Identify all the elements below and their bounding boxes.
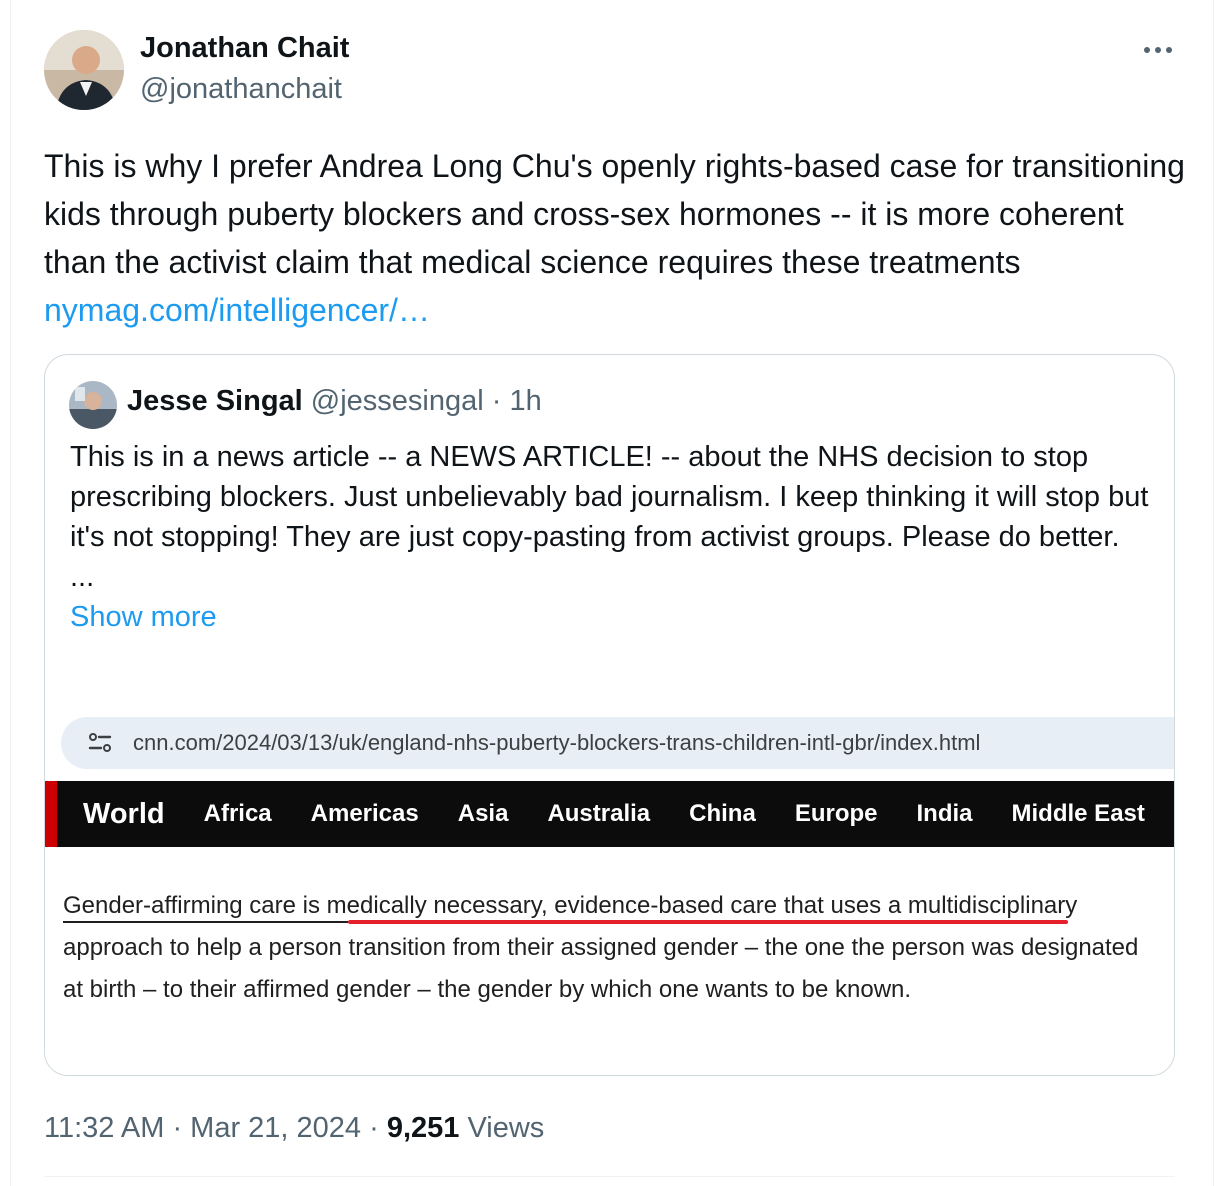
embedded-screenshot[interactable]: cnn.com/2024/03/13/uk/england-nhs-pubert… xyxy=(45,717,1174,1075)
quoted-tweet[interactable]: Jesse Singal @jessesingal · 1h This is i… xyxy=(44,354,1175,1076)
meta-separator: · xyxy=(164,1112,191,1144)
views-label: Views xyxy=(459,1112,545,1144)
article-link-text: Gender-affirming care xyxy=(63,892,296,919)
quoted-time[interactable]: 1h xyxy=(509,385,541,417)
author-name[interactable]: Jonathan Chait xyxy=(140,32,349,65)
tweet-time[interactable]: 11:32 AM xyxy=(44,1112,164,1144)
quoted-header: Jesse Singal @jessesingal · 1h xyxy=(127,385,542,418)
quoted-ellipsis: ... xyxy=(70,561,95,593)
nav-item-americas: Americas xyxy=(310,800,419,827)
link-underline xyxy=(63,921,348,923)
nav-item-world: World xyxy=(83,797,165,830)
quoted-text: This is in a news article -- a NEWS ARTI… xyxy=(70,441,1149,553)
nav-item-middle-east: Middle East xyxy=(1011,800,1145,827)
nav-items: World Africa Americas Asia Australia Chi… xyxy=(83,781,1174,847)
divider xyxy=(44,1176,1175,1177)
browser-url-bar: cnn.com/2024/03/13/uk/england-nhs-pubert… xyxy=(61,717,1174,769)
meta-separator: · xyxy=(361,1112,387,1144)
nav-item-india: India xyxy=(916,800,973,827)
article-paragraph: Gender-affirming care is medically neces… xyxy=(63,885,1163,1011)
site-info-icon xyxy=(88,733,112,752)
quoted-author-handle[interactable]: @jessesingal xyxy=(311,385,484,417)
nav-item-africa: Africa xyxy=(203,800,272,827)
nav-accent-stripe xyxy=(45,781,57,847)
views-count: 9,251 xyxy=(386,1112,460,1144)
quoted-author-name[interactable]: Jesse Singal xyxy=(127,385,303,417)
author-handle[interactable]: @jonathanchait xyxy=(140,73,342,106)
quoted-separator: · xyxy=(483,385,510,417)
more-dots-icon xyxy=(1144,47,1172,53)
quoted-author-avatar[interactable] xyxy=(69,381,117,429)
nav-item-china: China xyxy=(689,800,756,827)
more-options-button[interactable] xyxy=(1138,32,1178,68)
article-excerpt: Gender-affirming care is medically neces… xyxy=(63,885,1163,1011)
tweet-date[interactable]: Mar 21, 2024 xyxy=(190,1112,361,1144)
url-text: cnn.com/2024/03/13/uk/england-nhs-pubert… xyxy=(133,730,981,755)
tweet-metadata: 11:32 AM · Mar 21, 2024 · 9,251 Views xyxy=(44,1112,544,1145)
cnn-nav-bar: World Africa Americas Asia Australia Chi… xyxy=(45,781,1174,847)
tweet-link[interactable]: nymag.com/intelligencer/… xyxy=(44,292,430,328)
nav-item-asia: Asia xyxy=(457,800,509,827)
nav-item-australia: Australia xyxy=(547,800,651,827)
quoted-text-block: This is in a news article -- a NEWS ARTI… xyxy=(70,437,1160,637)
article-highlighted-text: is medically necessary, evidence-based c… xyxy=(296,892,902,919)
show-more-link[interactable]: Show more xyxy=(70,597,1160,637)
tweet-text: This is why I prefer Andrea Long Chu's o… xyxy=(44,142,1194,334)
nav-item-europe: Europe xyxy=(794,800,878,827)
tweet-body: This is why I prefer Andrea Long Chu's o… xyxy=(44,148,1185,280)
red-highlight-underline xyxy=(348,920,1068,924)
author-avatar[interactable] xyxy=(44,30,124,110)
